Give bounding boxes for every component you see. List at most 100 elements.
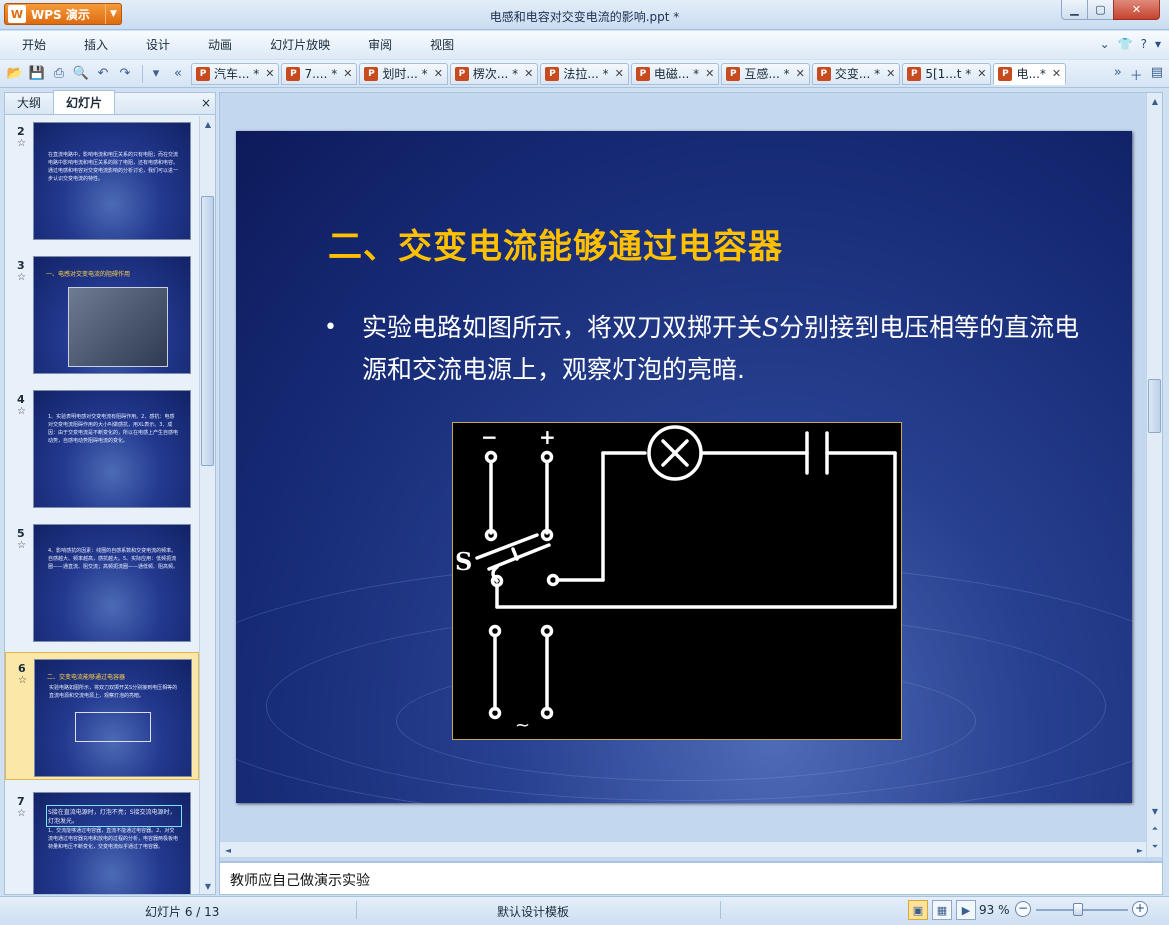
thumbnail-title: S接在直流电源时，灯泡不亮；S接交流电源时，灯泡发光。	[46, 805, 182, 827]
maximize-button[interactable]: ▢	[1087, 0, 1114, 20]
close-pane-icon[interactable]: ×	[201, 96, 211, 110]
menu-slideshow[interactable]: 幻灯片放映	[248, 31, 346, 59]
doc-tab[interactable]: P 7.... * ✕	[281, 62, 358, 85]
doc-tab-active[interactable]: P 电...* ✕	[993, 62, 1067, 85]
scroll-up-icon[interactable]: ▲	[1147, 93, 1163, 109]
scrollbar-thumb[interactable]	[201, 196, 214, 466]
bullet-icon: •	[324, 315, 337, 340]
doc-tab[interactable]: P 互感... * ✕	[721, 62, 810, 85]
bullet-text: 实验电路如图所示，将双刀双掷开关S分别接到电压相等的直流电源和交流电源上，观察灯…	[362, 307, 1082, 391]
new-tab-icon[interactable]: ＋	[1130, 65, 1143, 84]
doc-tab-label: 法拉... *	[563, 67, 609, 81]
scrollbar-thumb[interactable]	[1148, 379, 1161, 433]
close-window-button[interactable]: ✕	[1113, 0, 1160, 20]
undo-icon[interactable]: ↶	[94, 65, 112, 83]
help-icon[interactable]: ?	[1141, 37, 1147, 51]
customize-toolbar-icon[interactable]: ▾	[147, 65, 165, 83]
print-preview-icon[interactable]: 🔍	[72, 65, 90, 83]
skin-icon[interactable]: 👕	[1118, 37, 1133, 51]
scroll-up-icon[interactable]: ▲	[200, 116, 216, 132]
switch-label: S	[455, 547, 473, 576]
slide-thumbnail[interactable]: 2 ☆ 在直流电路中，影响电流和电压关系的只有电阻；而在交流电路中影响电流和电压…	[5, 116, 199, 244]
minimize-button[interactable]: ▁	[1061, 0, 1088, 20]
print-icon[interactable]: ⎙	[50, 65, 68, 83]
tab-list-icon[interactable]: ▤	[1151, 65, 1163, 84]
save-icon[interactable]: 💾	[28, 65, 46, 83]
status-separator	[356, 901, 357, 919]
menu-animation[interactable]: 动画	[186, 31, 248, 59]
tabs-scroll-right-icon[interactable]: »	[1114, 65, 1122, 84]
close-tab-icon[interactable]: ✕	[265, 67, 274, 80]
doc-tab[interactable]: P 汽车... * ✕	[191, 62, 280, 85]
editor-vertical-scrollbar[interactable]: ▲ ▼ ⏶ ⏷	[1146, 93, 1162, 857]
scroll-down-icon[interactable]: ▼	[1147, 803, 1163, 819]
doc-tab[interactable]: P 划时... * ✕	[359, 62, 448, 85]
maximize-icon: ▢	[1095, 3, 1106, 16]
collapse-ribbon-icon[interactable]: ⌄	[1100, 37, 1110, 51]
zoom-in-button[interactable]: +	[1132, 901, 1148, 917]
editor-horizontal-scrollbar[interactable]: ◄ ►	[220, 841, 1148, 857]
scroll-down-icon[interactable]: ▼	[200, 878, 216, 894]
normal-view-icon[interactable]: ▣	[908, 900, 928, 920]
doc-tab[interactable]: P 楞次... * ✕	[449, 62, 539, 85]
slide-counter: 幻灯片 6 / 13	[145, 905, 220, 919]
doc-tab[interactable]: P 5[1...t * ✕	[902, 62, 992, 85]
ac-symbol: ~	[515, 715, 531, 736]
menu-home[interactable]: 开始	[0, 31, 62, 59]
slide-thumbnail[interactable]: 5 ☆ 4、影响感抗的因素：线圈的自感系数和交变电流的频率。自感越大、频率越高，…	[5, 518, 199, 646]
slideshow-view-icon[interactable]: ▶	[956, 900, 976, 920]
toolbar-separator	[142, 64, 143, 83]
close-tab-icon[interactable]: ✕	[886, 67, 895, 80]
scroll-left-icon[interactable]: ◄	[220, 842, 236, 858]
doc-tab[interactable]: P 法拉... * ✕	[540, 62, 629, 85]
close-tab-icon[interactable]: ✕	[434, 67, 443, 80]
slide-title[interactable]: 二、交变电流能够通过电容器	[328, 219, 783, 268]
close-tab-icon[interactable]: ✕	[615, 67, 624, 80]
title-bar: W WPS 演示 ▼ 电感和电容对交变电流的影响.ppt * ▁ ▢ ✕	[0, 0, 1169, 30]
ppt-file-icon: P	[635, 66, 650, 81]
zoom-out-button[interactable]: −	[1015, 901, 1031, 917]
slide-sorter-view-icon[interactable]: ▦	[932, 900, 952, 920]
tabs-scroll-left-icon[interactable]: «	[169, 65, 187, 83]
thumbnail-list: 2 ☆ 在直流电路中，影响电流和电压关系的只有电阻；而在交流电路中影响电流和电压…	[5, 116, 199, 894]
thumbnail-title: 一、电感对交变电流的阻碍作用	[46, 271, 131, 278]
close-tab-icon[interactable]: ✕	[977, 67, 986, 80]
slide-thumbnail[interactable]: 7 ☆ S接在直流电源时，灯泡不亮；S接交流电源时，灯泡发光。 1、交流能够通过…	[5, 786, 199, 894]
doc-tab[interactable]: P 电磁... * ✕	[630, 62, 720, 85]
menu-review[interactable]: 审阅	[346, 31, 408, 59]
slide-thumbnail-selected[interactable]: 6 ☆ 二、交变电流能够通过电容器 实验电路如图所示，将双刀双掷开关S分别接到电…	[5, 652, 199, 780]
thumbnail-title: 二、交变电流能够通过电容器	[47, 674, 126, 681]
slide-number: 6	[18, 662, 26, 675]
help-dropdown-icon[interactable]: ▾	[1155, 37, 1161, 51]
close-tab-icon[interactable]: ✕	[1052, 67, 1061, 80]
close-tab-icon[interactable]: ✕	[705, 67, 714, 80]
tab-slides[interactable]: 幻灯片	[53, 90, 116, 114]
menu-design[interactable]: 设计	[124, 31, 186, 59]
star-icon: ☆	[17, 540, 26, 551]
design-template-name[interactable]: 默认设计模板	[497, 903, 569, 920]
slide-thumbnail[interactable]: 3 ☆ 一、电感对交变电流的阻碍作用	[5, 250, 199, 378]
doc-tab[interactable]: P 交变... * ✕	[811, 62, 901, 85]
slide-canvas[interactable]: 二、交变电流能够通过电容器 • 实验电路如图所示，将双刀双掷开关S分别接到电压相…	[236, 131, 1132, 803]
redo-icon[interactable]: ↷	[116, 65, 134, 83]
tab-outline[interactable]: 大纲	[5, 91, 53, 114]
menu-insert[interactable]: 插入	[62, 31, 124, 59]
thumbnail-scrollbar[interactable]: ▲ ▼	[199, 116, 215, 894]
notes-pane[interactable]: 教师应自己做演示实验	[219, 862, 1163, 895]
next-slide-icon[interactable]: ⏷	[1147, 839, 1163, 855]
close-tab-icon[interactable]: ✕	[343, 67, 352, 80]
star-icon: ☆	[17, 138, 26, 149]
star-icon: ☆	[17, 808, 26, 819]
status-bar: 幻灯片 6 / 13 默认设计模板 ▣ ▦ ▶ 93 % − +	[0, 896, 1169, 925]
close-tab-icon[interactable]: ✕	[796, 67, 805, 80]
menu-view[interactable]: 视图	[408, 31, 470, 59]
ppt-file-icon: P	[454, 66, 469, 81]
zoom-slider-handle[interactable]	[1073, 903, 1083, 916]
star-icon: ☆	[17, 406, 26, 417]
close-tab-icon[interactable]: ✕	[524, 67, 533, 80]
circuit-diagram[interactable]: − + S ~	[452, 422, 902, 740]
previous-slide-icon[interactable]: ⏶	[1147, 821, 1163, 837]
open-folder-icon[interactable]: 📂	[6, 65, 24, 83]
thumbnail-image: 二、交变电流能够通过电容器 实验电路如图所示，将双刀双掷开关S分别接到电压相等的…	[34, 659, 192, 777]
slide-thumbnail[interactable]: 4 ☆ 1、实验表明电感对交变电流有阻碍作用。2、感抗：电感对交变电流阻碍作用的…	[5, 384, 199, 512]
